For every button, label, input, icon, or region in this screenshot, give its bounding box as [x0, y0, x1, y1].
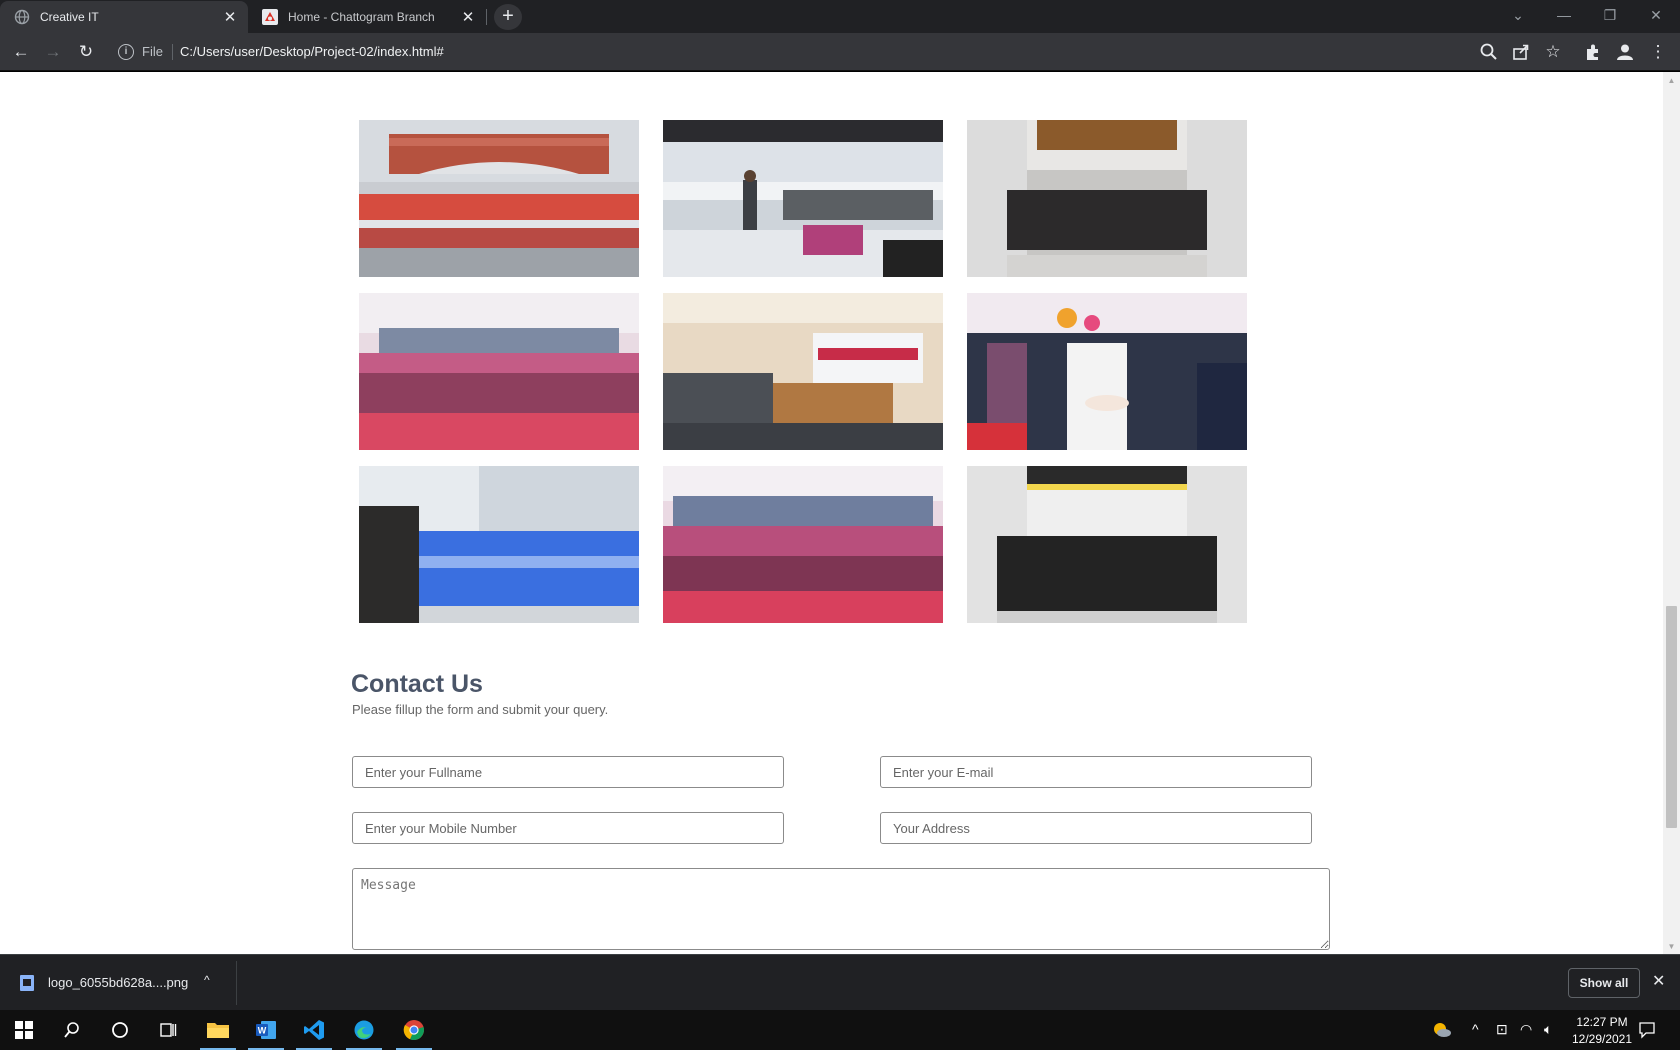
taskbar-word[interactable]: W	[242, 1010, 290, 1050]
menu-kebab-icon[interactable]: ⋮	[1647, 41, 1669, 63]
download-file-name[interactable]: logo_6055bd628a....png	[48, 975, 188, 990]
reload-icon[interactable]: ↻	[75, 41, 97, 63]
gallery-photo-empty-hall[interactable]	[967, 120, 1247, 277]
task-view-icon	[160, 1023, 177, 1037]
chevron-up-icon[interactable]: ^	[1472, 1021, 1479, 1037]
gallery-photo-celebration[interactable]	[967, 293, 1247, 450]
taskbar-vscode[interactable]	[290, 1010, 338, 1050]
tab-search-icon[interactable]: ⌄	[1496, 0, 1540, 30]
download-separator	[236, 961, 237, 1005]
close-icon[interactable]: ✕	[1652, 971, 1665, 991]
chevron-up-icon[interactable]: ^	[204, 973, 210, 987]
back-icon[interactable]: ←	[10, 41, 32, 63]
gallery-photo-seminar-audience[interactable]	[663, 466, 943, 623]
email-field[interactable]	[880, 756, 1312, 788]
scroll-down-arrow-icon[interactable]: ▼	[1667, 942, 1676, 952]
gallery-photo-blue-chairs[interactable]	[359, 466, 639, 623]
site-logo-icon	[262, 9, 278, 25]
word-icon: W	[256, 1021, 276, 1039]
gallery-photo-seminar-women[interactable]	[359, 293, 639, 450]
edge-icon	[354, 1020, 374, 1040]
clock-time: 12:27 PM	[1576, 1015, 1628, 1029]
cortana-button[interactable]	[96, 1010, 144, 1050]
page-viewport: Contact Us Please fillup the form and su…	[0, 72, 1663, 954]
profile-icon[interactable]	[1614, 41, 1636, 63]
circle-icon	[112, 1022, 128, 1038]
folder-icon	[207, 1023, 229, 1038]
gallery-photo-training-room[interactable]	[967, 466, 1247, 623]
tab-title: Creative IT	[40, 10, 99, 24]
wifi-icon[interactable]: ◠	[1520, 1021, 1532, 1038]
taskbar-file-explorer[interactable]	[194, 1010, 242, 1050]
address-bar[interactable]: i File C:/Users/user/Desktop/Project-02/…	[112, 38, 1572, 66]
extensions-icon[interactable]	[1582, 41, 1604, 63]
omnibox-separator	[172, 44, 173, 60]
show-all-button[interactable]: Show all	[1568, 968, 1640, 998]
image-file-icon	[20, 975, 34, 991]
bookmark-star-icon[interactable]: ☆	[1542, 41, 1564, 63]
gallery-photo-group[interactable]	[359, 120, 639, 277]
contact-title: Contact Us	[351, 670, 483, 698]
windows-logo-icon	[15, 1021, 33, 1039]
url-text[interactable]: C:/Users/user/Desktop/Project-02/index.h…	[180, 44, 444, 59]
volume-icon[interactable]: 🔈︎	[1544, 1021, 1552, 1038]
address-field[interactable]	[880, 812, 1312, 844]
clock-date: 12/29/2021	[1571, 1032, 1633, 1046]
minimize-button[interactable]: —	[1542, 0, 1586, 30]
taskbar-edge[interactable]	[340, 1010, 388, 1050]
page-scrollbar[interactable]: ▲ ▼	[1663, 72, 1680, 954]
tab-title: Home - Chattogram Branch	[288, 10, 435, 24]
globe-icon	[14, 9, 30, 25]
new-tab-button[interactable]: +	[494, 4, 522, 30]
close-tab-icon[interactable]: ✕	[460, 8, 476, 26]
tab-creative-it[interactable]: Creative IT ✕	[0, 1, 248, 33]
system-clock[interactable]: 12:27 PM 12/29/2021	[1562, 1014, 1642, 1048]
search-button[interactable]	[48, 1010, 96, 1050]
vscode-icon	[304, 1020, 324, 1040]
scroll-up-arrow-icon[interactable]: ▲	[1667, 76, 1676, 86]
share-icon[interactable]	[1510, 41, 1532, 63]
fullname-field[interactable]	[352, 756, 784, 788]
search-icon	[64, 1022, 79, 1038]
close-tab-icon[interactable]: ✕	[222, 8, 238, 26]
contact-subtitle: Please fillup the form and submit your q…	[352, 702, 609, 717]
chrome-icon	[403, 1020, 424, 1041]
download-bar: logo_6055bd628a....png ^ Show all ✕	[0, 954, 1680, 1010]
gallery-photo-digital-marketing[interactable]	[663, 293, 943, 450]
forward-icon[interactable]: →	[42, 41, 64, 63]
site-info-icon[interactable]: i	[118, 44, 134, 60]
tab-separator	[486, 9, 487, 25]
gallery-photo-classroom-lecture[interactable]	[663, 120, 943, 277]
browser-toolbar: ← → ↻ i File C:/Users/user/Desktop/Proje…	[0, 33, 1680, 71]
notification-icon[interactable]	[1638, 1021, 1656, 1039]
tab-chattogram-branch[interactable]: Home - Chattogram Branch ✕	[248, 1, 486, 33]
taskbar-chrome[interactable]	[390, 1010, 438, 1050]
scrollbar-thumb[interactable]	[1666, 606, 1677, 828]
url-scheme-label: File	[142, 44, 163, 59]
zoom-icon[interactable]	[1478, 41, 1500, 63]
svg-text:W: W	[258, 1026, 267, 1036]
task-view-button[interactable]	[144, 1010, 192, 1050]
meet-now-icon[interactable]: ⊡	[1496, 1021, 1508, 1038]
windows-taskbar: W ^ ⊡ ◠ 🔈︎ 12:27 PM 12/29/2021	[0, 1010, 1680, 1050]
close-window-button[interactable]: ✕	[1634, 0, 1678, 30]
tab-strip: Creative IT ✕ Home - Chattogram Branch ✕…	[0, 0, 1680, 33]
weather-icon[interactable]	[1432, 1020, 1452, 1040]
restore-button[interactable]: ❐	[1588, 0, 1632, 30]
mobile-field[interactable]	[352, 812, 784, 844]
message-field[interactable]	[352, 868, 1330, 950]
start-button[interactable]	[0, 1010, 48, 1050]
